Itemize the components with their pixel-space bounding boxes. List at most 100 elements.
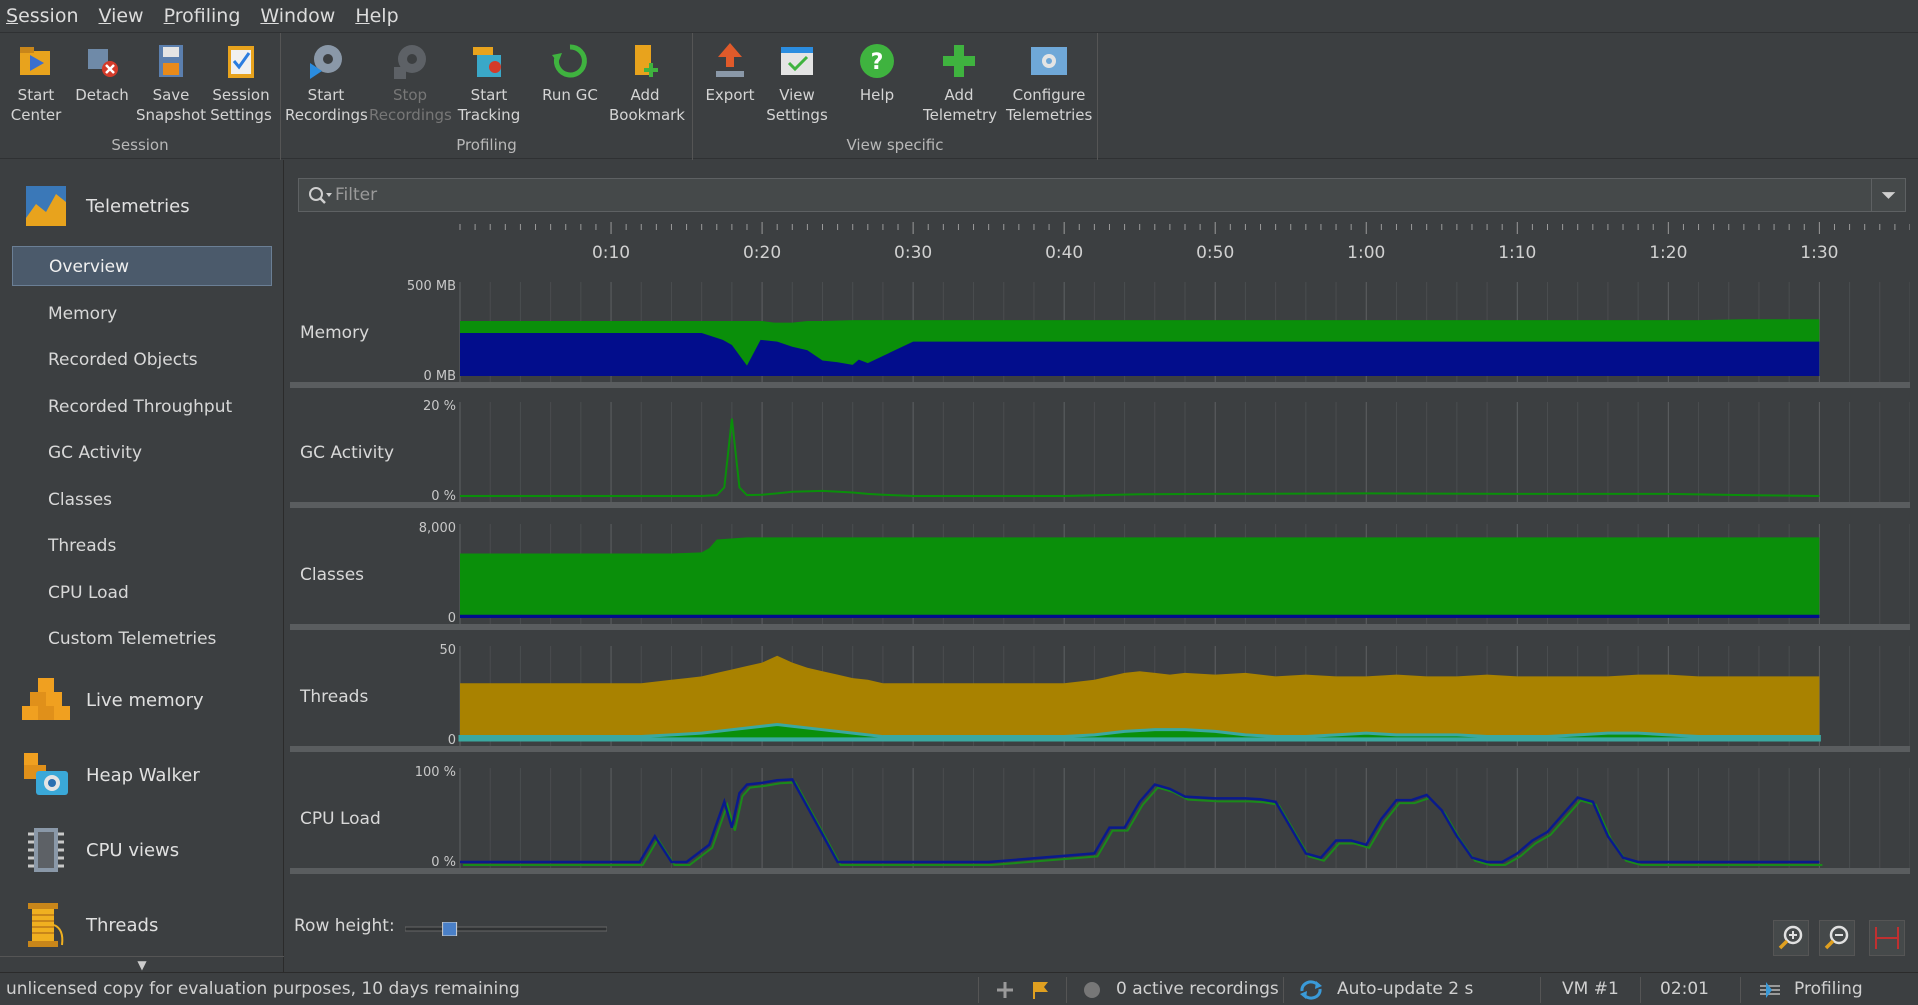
time-axis-label: 1:00 xyxy=(1347,243,1385,263)
row-separator xyxy=(290,382,1910,388)
sidebar-scroll-down-button[interactable]: ▼ xyxy=(0,956,284,972)
sidebar-item-classes[interactable]: Classes xyxy=(12,480,272,520)
profiling-mode-status: Profiling xyxy=(1794,979,1863,999)
status-separator xyxy=(1740,977,1741,1003)
run-gc-icon xyxy=(552,44,587,78)
run-gc-button[interactable]: Run GC xyxy=(534,39,606,105)
session-settings-button[interactable]: Session Settings xyxy=(205,39,277,125)
y-axis-top-label: 8,000 xyxy=(419,521,456,536)
telemetry-row-threads: Threads 50 0 xyxy=(290,643,1910,752)
y-axis-top-label: 500 MB xyxy=(407,279,456,294)
sidebar-live-memory[interactable]: Live memory xyxy=(20,670,204,730)
telemetry-overview-charts: 0:10 0:20 0:30 0:40 0:50 1:00 1:10 1:20 1:30 Memo… xyxy=(290,222,1910,874)
add-bookmark-pin-icon[interactable] xyxy=(995,980,1015,1000)
detach-button[interactable]: Detach xyxy=(66,39,138,105)
auto-update-status[interactable]: Auto-update 2 s xyxy=(1337,973,1473,1005)
save-snapshot-icon xyxy=(159,45,183,77)
start-tracking-icon xyxy=(473,47,501,77)
menu-window[interactable]: Window xyxy=(260,5,335,27)
menu-help[interactable]: Help xyxy=(355,5,398,27)
y-axis-top-label: 100 % xyxy=(415,765,456,780)
bookmark-flag-icon[interactable] xyxy=(1030,980,1050,1000)
stop-recordings-button[interactable]: Stop Recordings xyxy=(369,39,452,125)
time-axis-label: 0:10 xyxy=(592,243,630,263)
row-height-slider[interactable] xyxy=(405,922,607,936)
filter-input[interactable] xyxy=(335,179,1835,211)
recording-indicator-icon xyxy=(1084,982,1100,998)
row-title: CPU Load xyxy=(300,809,381,829)
zoom-in-icon xyxy=(1778,925,1803,950)
area-series xyxy=(460,614,1820,618)
time-axis-label: 1:20 xyxy=(1649,243,1687,263)
view-settings-button[interactable]: View Settings xyxy=(761,39,833,125)
view-settings-icon xyxy=(781,47,813,75)
sidebar-threads[interactable]: Threads xyxy=(20,895,158,955)
start-center-button[interactable]: Start Center xyxy=(0,39,72,125)
start-tracking-button[interactable]: Start Tracking xyxy=(452,39,526,125)
sidebar-cpu-views[interactable]: CPU views xyxy=(20,820,179,880)
profiling-group-title: Profiling xyxy=(456,136,517,154)
search-icon[interactable] xyxy=(307,185,333,207)
export-button[interactable]: Export xyxy=(694,39,766,105)
y-axis-bottom-label: 0 % xyxy=(431,489,456,504)
row-title: Memory xyxy=(300,323,369,343)
sidebar-item-recorded-throughput[interactable]: Recorded Throughput xyxy=(12,387,272,427)
y-axis-bottom-label: 0 xyxy=(448,733,456,748)
y-axis-top-label: 50 xyxy=(439,643,456,658)
start-recordings-icon xyxy=(310,45,342,79)
area-series xyxy=(460,737,1820,740)
fit-all-icon xyxy=(1875,927,1899,949)
active-recordings-status[interactable]: 0 active recordings xyxy=(1116,973,1279,1005)
configure-telemetries-button[interactable]: Configure Telemetries xyxy=(1006,39,1092,125)
row-separator xyxy=(290,624,1910,630)
sidebar-item-overview[interactable]: Overview xyxy=(12,246,272,286)
time-axis: 0:10 0:20 0:30 0:40 0:50 1:00 1:10 1:20 1:30 xyxy=(459,222,1910,263)
sidebar-item-threads[interactable]: Threads xyxy=(12,526,272,566)
row-separator xyxy=(290,746,1910,752)
y-axis-bottom-label: 0 xyxy=(448,611,456,626)
area-series xyxy=(460,655,1820,740)
status-separator xyxy=(1066,977,1067,1003)
menu-profiling[interactable]: Profiling xyxy=(164,5,241,27)
auto-update-icon[interactable] xyxy=(1298,979,1324,1001)
time-axis-label: 1:30 xyxy=(1800,243,1838,263)
zoom-in-button[interactable] xyxy=(1773,920,1809,956)
start-recordings-button[interactable]: Start Recordings xyxy=(285,39,368,125)
telemetry-row-gc-activity: GC Activity 20 % 0 % xyxy=(290,399,1910,508)
status-separator xyxy=(1283,977,1284,1003)
time-axis-label: 1:10 xyxy=(1498,243,1536,263)
fit-all-button[interactable] xyxy=(1869,920,1905,956)
row-separator xyxy=(290,502,1910,508)
session-group-title: Session xyxy=(111,136,169,154)
y-axis-bottom-label: 0 MB xyxy=(423,369,456,384)
time-axis-label: 0:40 xyxy=(1045,243,1083,263)
sidebar-item-recorded-objects[interactable]: Recorded Objects xyxy=(12,340,272,380)
add-bookmark-button[interactable]: Add Bookmark xyxy=(609,39,685,125)
row-height-slider-thumb[interactable] xyxy=(442,922,458,936)
telemetries-icon xyxy=(26,186,66,226)
cpu-views-icon xyxy=(28,828,64,872)
zoom-out-button[interactable] xyxy=(1819,920,1855,956)
threads-spool-icon xyxy=(28,903,64,947)
sidebar-item-memory[interactable]: Memory xyxy=(12,294,272,334)
view-specific-group-title: View specific xyxy=(846,136,944,154)
line-series xyxy=(460,418,1820,497)
toolbar-group-view-specific: Export View Settings ? Help Add Telemetr… xyxy=(693,33,1098,160)
filter-dropdown-icon[interactable] xyxy=(1871,179,1905,211)
elapsed-time: 02:01 xyxy=(1660,979,1709,999)
toolbar-group-session: Start Center Detach Save Snapshot Sessio… xyxy=(0,33,281,160)
menu-view[interactable]: View xyxy=(99,5,144,27)
add-telemetry-button[interactable]: Add Telemetry xyxy=(923,39,997,125)
heap-walker-icon xyxy=(24,753,68,795)
sidebar-item-custom-telemetries[interactable]: Custom Telemetries xyxy=(12,619,272,659)
save-snapshot-button[interactable]: Save Snapshot xyxy=(135,39,207,125)
telemetry-row-cpu-load: CPU Load 100 % 0 % xyxy=(290,765,1910,874)
menu-session[interactable]: Session xyxy=(6,5,79,27)
svg-text:?: ? xyxy=(871,50,884,75)
row-separator xyxy=(290,868,1910,874)
sidebar-item-cpu-load[interactable]: CPU Load xyxy=(12,573,272,613)
help-button[interactable]: ? Help xyxy=(841,39,913,105)
sidebar-item-gc-activity[interactable]: GC Activity xyxy=(12,433,272,473)
sidebar-telemetries[interactable]: Telemetries xyxy=(20,176,190,236)
sidebar-heap-walker[interactable]: Heap Walker xyxy=(20,745,200,805)
